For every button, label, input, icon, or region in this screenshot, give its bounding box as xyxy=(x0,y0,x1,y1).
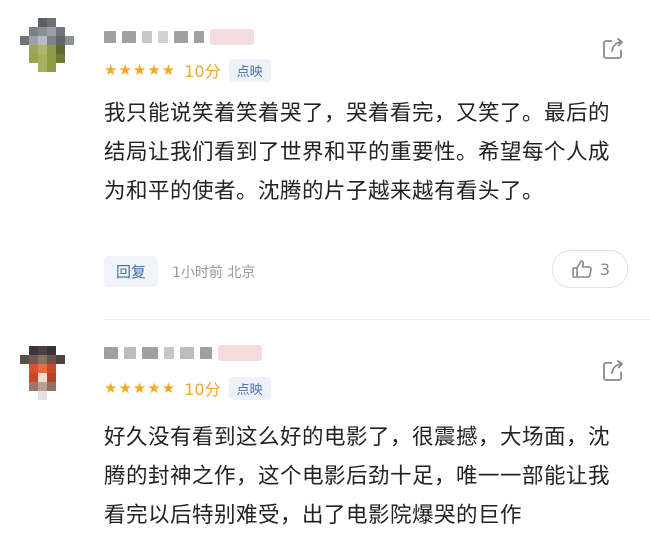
comment-text: 我只能说笑着笑着哭了，哭着看完，又笑了。最后的结局让我们看到了世界和平的重要性。… xyxy=(104,101,611,204)
rating-row: ★★★★★ 10分 点映 xyxy=(104,58,271,82)
rating-stars: ★★★★★ xyxy=(104,61,177,79)
avatar[interactable] xyxy=(20,346,74,400)
time-location: 1小时前 北京 xyxy=(172,264,256,281)
rating-score: 10分 xyxy=(184,62,221,81)
user-badge xyxy=(218,345,262,361)
comment-text: 好久没有看到这么好的电影了，很震撼，大场面，沈腾的封神之作，这个电影后劲十足，唯… xyxy=(104,425,611,528)
divider xyxy=(104,319,650,320)
comment-item: ★★★★★ 10分 点映 我只能说笑着笑着哭了，哭着看完，又笑了。最后的结局让我… xyxy=(0,0,650,320)
like-button[interactable]: 3 xyxy=(552,250,628,288)
rating-score: 10分 xyxy=(184,380,221,399)
source-tag: 点映 xyxy=(228,58,271,82)
share-icon[interactable] xyxy=(600,36,626,62)
thumbs-up-icon xyxy=(572,260,592,278)
rating-stars: ★★★★★ xyxy=(104,379,177,397)
username-blurred[interactable] xyxy=(104,29,254,45)
source-tag: 点映 xyxy=(228,376,271,400)
share-icon[interactable] xyxy=(600,358,626,384)
reply-button[interactable]: 回复 xyxy=(104,256,159,287)
like-count: 3 xyxy=(599,259,611,279)
comment-item: ★★★★★ 10分 点映 好久没有看到这么好的电影了，很震撼，大场面，沈腾的封神… xyxy=(0,330,650,544)
user-badge xyxy=(210,29,254,45)
avatar[interactable] xyxy=(20,18,74,72)
comment-footer: 回复 1小时前 北京 xyxy=(104,256,255,287)
username-blurred[interactable] xyxy=(104,345,262,361)
rating-row: ★★★★★ 10分 点映 xyxy=(104,376,271,400)
